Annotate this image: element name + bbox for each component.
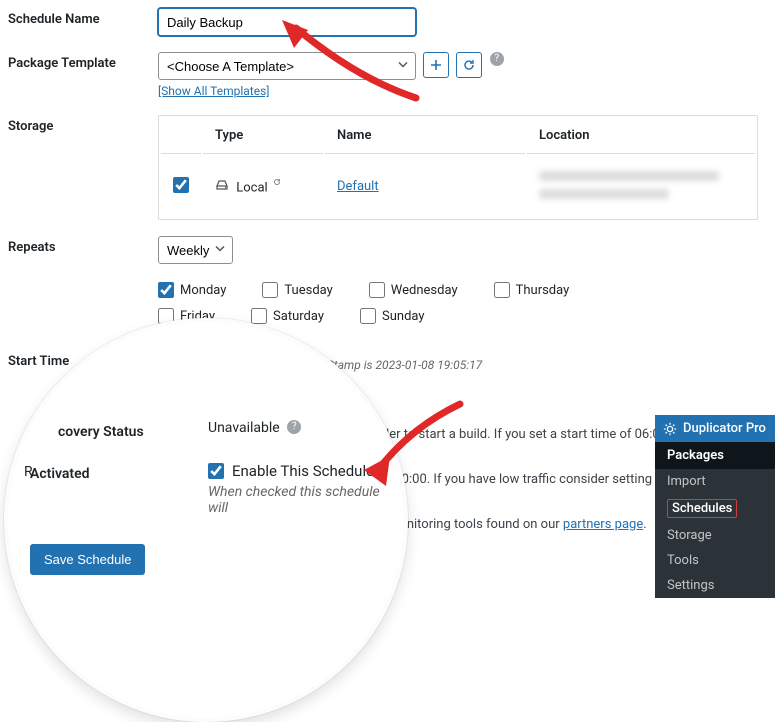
sidebar-section-packages[interactable]: Packages (655, 442, 775, 469)
sidebar-item-settings[interactable]: Settings (655, 573, 775, 598)
drive-icon (215, 180, 232, 195)
add-template-button[interactable] (423, 52, 449, 78)
activated-label: Activated (30, 462, 208, 482)
day-monday[interactable]: Monday (158, 282, 226, 298)
recovery-status-value: Unavailable (208, 420, 280, 436)
day-tuesday[interactable]: Tuesday (262, 282, 332, 298)
start-time-desc-pre: monitoring tools found on our (388, 517, 563, 532)
sidebar-item-storage[interactable]: Storage (655, 523, 775, 548)
day-sunday[interactable]: Sunday (360, 308, 425, 324)
refresh-icon (463, 59, 475, 71)
enable-schedule-toggle[interactable]: Enable This Schedule (208, 462, 382, 480)
admin-sidebar: Duplicator Pro Packages Import Schedules… (655, 415, 775, 598)
day-wednesday[interactable]: Wednesday (369, 282, 458, 298)
repeats-select[interactable]: Weekly (158, 236, 233, 264)
package-template-label: Package Template (8, 52, 158, 71)
storage-row: Local Default (161, 156, 755, 217)
repeats-label: Repeats (8, 236, 158, 255)
day-saturday[interactable]: Saturday (251, 308, 324, 324)
day-thursday[interactable]: Thursday (494, 282, 570, 298)
storage-header-name: Name (325, 118, 525, 154)
help-icon: ? (490, 52, 504, 66)
schedule-name-input[interactable] (158, 8, 416, 36)
plus-icon (430, 59, 442, 71)
refresh-template-button[interactable] (456, 52, 482, 78)
sidebar-item-schedules[interactable]: Schedules (655, 494, 775, 523)
help-icon: ? (287, 420, 301, 434)
package-template-select[interactable]: <Choose A Template> (158, 52, 416, 80)
storage-header-type: Type (203, 118, 323, 154)
refresh-small-icon (273, 179, 281, 189)
storage-header-location: Location (527, 118, 755, 154)
save-schedule-button[interactable]: Save Schedule (30, 544, 145, 575)
schedule-name-label: Schedule Name (8, 8, 158, 27)
sidebar-brand[interactable]: Duplicator Pro (655, 415, 775, 442)
sidebar-item-import[interactable]: Import (655, 469, 775, 494)
storage-label: Storage (8, 115, 158, 134)
magnifier-callout: covery Status Unavailable ? R Activated … (4, 318, 408, 722)
storage-row-name-link[interactable]: Default (337, 179, 379, 194)
recovery-status-label-partial: covery Status (30, 420, 208, 440)
gear-icon (663, 422, 677, 436)
storage-row-checkbox[interactable] (173, 177, 189, 193)
sidebar-item-tools[interactable]: Tools (655, 548, 775, 573)
repeats-edge-text: R (24, 464, 33, 480)
show-all-templates-link[interactable]: [Show All Templates] (158, 84, 269, 98)
enable-schedule-hint: When checked this schedule will (208, 484, 382, 516)
partners-page-link[interactable]: partners page (563, 517, 643, 532)
storage-row-type: Local (236, 180, 267, 195)
storage-table: Type Name Location Local (158, 115, 758, 220)
enable-schedule-label: Enable This Schedule (232, 462, 374, 480)
